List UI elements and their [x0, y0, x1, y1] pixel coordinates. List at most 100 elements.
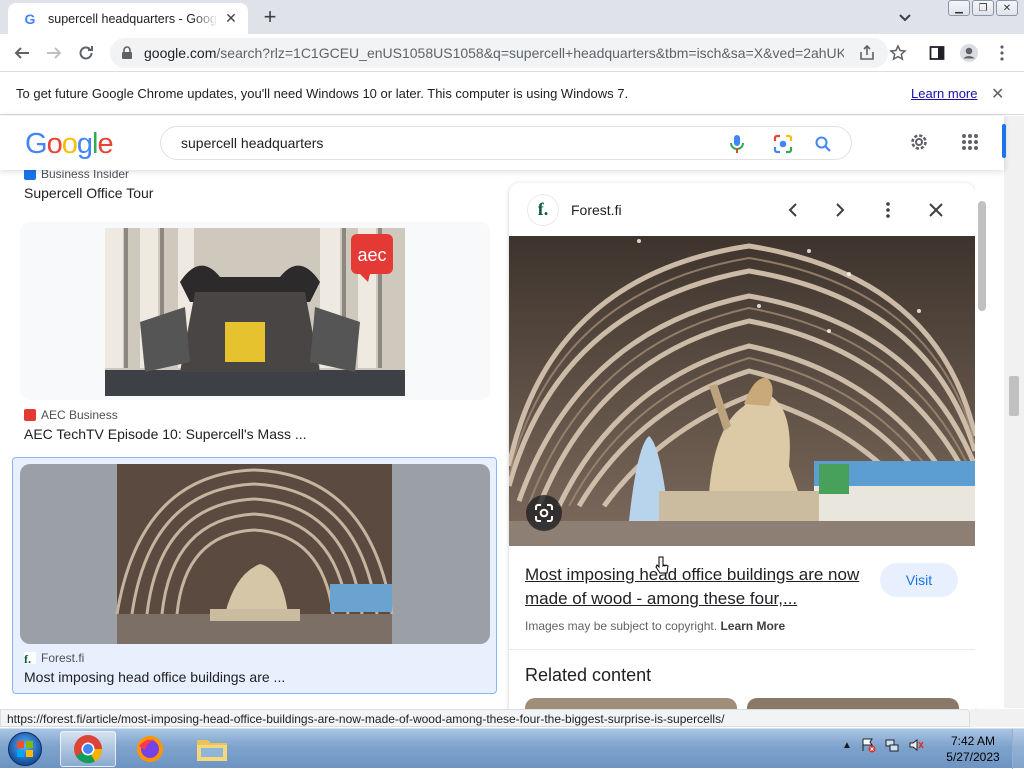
- horizontal-scrollbar[interactable]: [970, 709, 1024, 727]
- google-header: Google supercell headquarters: [0, 116, 1004, 170]
- logo-letter: e: [97, 128, 113, 160]
- clock-date: 5/27/2023: [946, 750, 1000, 764]
- profile-avatar-icon[interactable]: [958, 42, 980, 64]
- visit-button[interactable]: Visit: [880, 563, 958, 597]
- window-controls: ▁ ❐ ✕: [948, 0, 1018, 16]
- preview-title-link[interactable]: Most imposing head office buildings are …: [525, 563, 870, 611]
- link-status-bar: https://forest.fi/article/most-imposing-…: [0, 709, 970, 727]
- result-source: AEC Business: [41, 408, 118, 422]
- logo-letter: o: [61, 128, 78, 160]
- related-content-heading: Related content: [525, 665, 652, 685]
- system-tray: ▲: [842, 737, 924, 753]
- tab-active[interactable]: G supercell headquarters - Google Search…: [8, 3, 248, 34]
- aec-badge-text: aec: [357, 245, 386, 265]
- taskbar-firefox[interactable]: [122, 731, 178, 767]
- back-icon[interactable]: [10, 41, 34, 65]
- result-title[interactable]: AEC TechTV Episode 10: Supercell's Mass …: [24, 426, 307, 442]
- logo-letter: G: [25, 128, 48, 160]
- search-query[interactable]: supercell headquarters: [181, 135, 323, 151]
- result-source: Forest.fi: [41, 651, 85, 665]
- settings-gear-icon[interactable]: [907, 130, 931, 154]
- clock-time: 7:42 AM: [950, 734, 996, 748]
- more-options-icon[interactable]: [875, 197, 901, 223]
- side-panel-icon[interactable]: [926, 42, 948, 64]
- next-icon[interactable]: [827, 197, 853, 223]
- tab-search-icon[interactable]: [896, 8, 914, 26]
- panel-header: f. Forest.fi: [509, 183, 975, 236]
- taskbar-clock[interactable]: 7:42 AM 5/27/2023: [940, 733, 1006, 765]
- new-tab-button[interactable]: +: [258, 4, 282, 29]
- site-favicon[interactable]: f.: [527, 193, 559, 226]
- panel-divider: [509, 649, 975, 650]
- start-button[interactable]: [4, 730, 46, 768]
- menu-kebab-icon[interactable]: [991, 42, 1013, 64]
- infobar-message: To get future Google Chrome updates, you…: [16, 86, 629, 101]
- lock-icon[interactable]: [120, 46, 134, 60]
- action-center-flag-icon[interactable]: [860, 737, 876, 753]
- result-item[interactable]: AEC Business AEC TechTV Episode 10: Supe…: [24, 408, 307, 442]
- forward-icon[interactable]: [42, 41, 66, 65]
- close-panel-icon[interactable]: [923, 197, 949, 223]
- site-name[interactable]: Forest.fi: [571, 202, 622, 218]
- tab-close-icon[interactable]: ✕: [222, 10, 240, 27]
- page-scrollbar-thumb[interactable]: [1009, 376, 1019, 416]
- tab-title: supercell headquarters - Google Search: [48, 11, 218, 26]
- google-apps-icon[interactable]: [958, 130, 982, 154]
- microphone-icon[interactable]: [727, 134, 747, 154]
- panel-scrollbar-thumb[interactable]: [978, 201, 986, 311]
- previous-icon[interactable]: [780, 197, 806, 223]
- folder-icon: [197, 740, 227, 761]
- logo-letter: g: [76, 128, 93, 160]
- result-item[interactable]: f. Forest.fi Most imposing head office bu…: [24, 651, 285, 685]
- taskbar-chrome[interactable]: [60, 731, 116, 767]
- infobar-close-icon[interactable]: ✕: [991, 84, 1004, 104]
- chrome-icon: [74, 735, 103, 764]
- result-title[interactable]: Most imposing head office buildings are …: [24, 669, 285, 685]
- tab-strip: G supercell headquarters - Google Search…: [0, 0, 1024, 34]
- search-icon[interactable]: [813, 134, 833, 154]
- google-favicon-icon: G: [24, 10, 36, 27]
- url-text: google.com/search?rlz=1C1GCEU_enUS1058US…: [144, 45, 844, 61]
- share-icon[interactable]: [856, 42, 878, 64]
- hand-cursor-icon: [655, 556, 669, 574]
- result-title[interactable]: Supercell Office Tour: [24, 185, 153, 201]
- windows-taskbar: ▲ 7:42 AM 5/27/2023: [0, 728, 1024, 769]
- panel-scrollbar[interactable]: [975, 183, 989, 708]
- copyright-learn-more-link[interactable]: Learn More: [720, 619, 785, 633]
- preview-panel: f. Forest.fi Most imposing head office b…: [509, 183, 975, 713]
- minimize-button[interactable]: ▁: [948, 0, 970, 16]
- result-thumbnail-forest[interactable]: [20, 464, 490, 644]
- result-source: Business Insider: [41, 170, 130, 181]
- update-infobar: To get future Google Chrome updates, you…: [0, 73, 1024, 115]
- bookmark-star-icon[interactable]: [887, 42, 909, 64]
- close-window-button[interactable]: ✕: [996, 0, 1018, 16]
- lens-search-image-icon[interactable]: [526, 495, 562, 531]
- show-hidden-icons-icon[interactable]: ▲: [842, 740, 852, 751]
- aec-business-favicon-icon: [24, 409, 36, 421]
- network-icon[interactable]: [884, 737, 900, 753]
- google-logo[interactable]: Google: [25, 128, 114, 161]
- google-lens-icon[interactable]: [773, 134, 793, 154]
- result-item[interactable]: Business Insider Supercell Office Tour: [24, 170, 153, 201]
- volume-icon[interactable]: [908, 737, 924, 753]
- forest-favicon-icon: f.: [24, 652, 36, 666]
- browser-toolbar: google.com/search?rlz=1C1GCEU_enUS1058US…: [0, 34, 1024, 72]
- result-thumbnail-aec[interactable]: aec: [20, 222, 490, 400]
- search-box[interactable]: supercell headquarters: [160, 126, 852, 160]
- copyright-text: Images may be subject to copyright.: [525, 619, 718, 633]
- learn-more-link[interactable]: Learn more: [911, 86, 977, 101]
- preview-image[interactable]: [509, 236, 975, 546]
- header-accent-bar: [1002, 124, 1006, 158]
- page-scrollbar[interactable]: [1004, 116, 1024, 708]
- taskbar-explorer[interactable]: [184, 731, 240, 767]
- windows-logo-icon: [8, 732, 42, 766]
- show-desktop-button[interactable]: [1012, 729, 1024, 769]
- logo-letter: o: [46, 128, 63, 160]
- copyright-notice: Images may be subject to copyright. Lear…: [525, 619, 785, 633]
- image-results: Business Insider Supercell Office Tour a…: [0, 170, 505, 708]
- reload-icon[interactable]: [74, 41, 98, 65]
- firefox-icon: [137, 736, 163, 762]
- business-insider-favicon-icon: [24, 170, 36, 180]
- restore-button[interactable]: ❐: [972, 0, 994, 16]
- address-bar[interactable]: google.com/search?rlz=1C1GCEU_enUS1058US…: [110, 38, 888, 68]
